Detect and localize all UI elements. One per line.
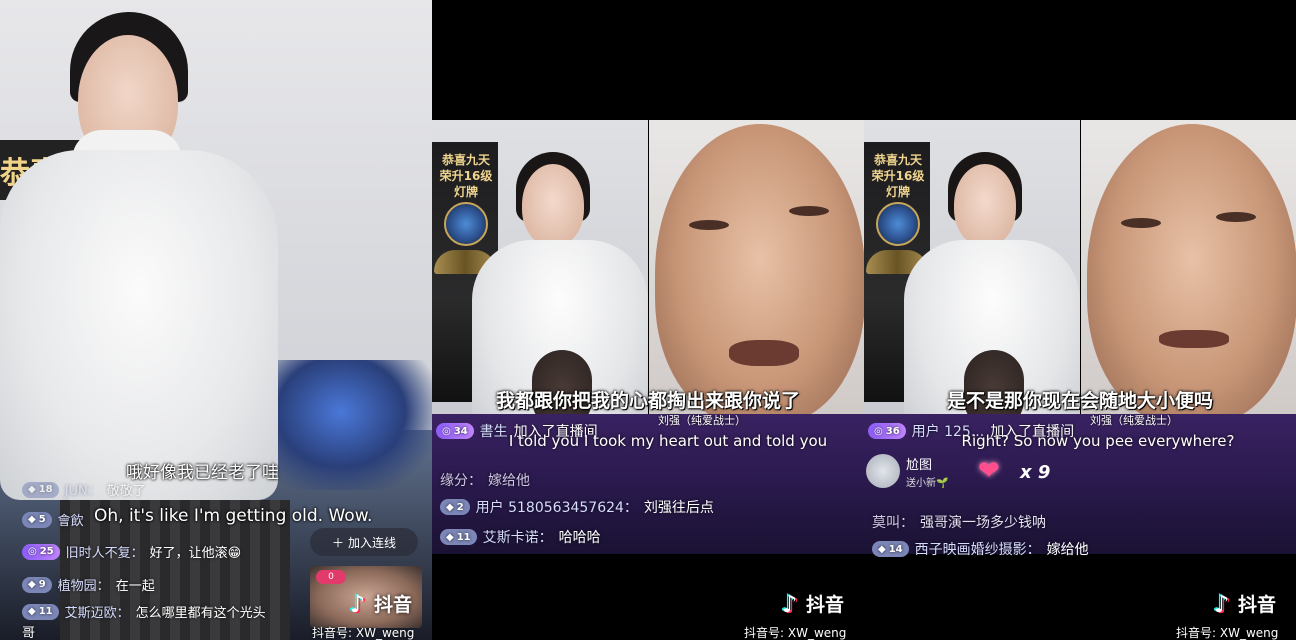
chat-text: 好了，让他滚😁 xyxy=(149,546,242,561)
gift-count: x 9 xyxy=(1020,462,1051,483)
viewer-count-badge: 0 xyxy=(316,570,346,584)
streamer-figure xyxy=(0,0,290,640)
chat-username: 會飲 xyxy=(57,514,84,529)
level-badge: ◆ 11 xyxy=(22,603,59,620)
host-camera: 恭喜九天 荣升16级灯牌 xyxy=(432,120,648,430)
chat-text: 在一起 xyxy=(115,579,155,594)
chat-username: 莫叫： xyxy=(872,515,914,531)
gift-sender-name: 尬图 xyxy=(906,458,933,473)
chat-username: 西子映画婚纱摄影： xyxy=(914,542,1041,558)
gift-sender-avatar xyxy=(866,454,900,488)
guest-head xyxy=(1087,124,1296,424)
douyin-account-id: 抖音号: XW_weng xyxy=(744,626,847,640)
chat-message: ◆ 2 用户 5180563457624： 刘强往后点 xyxy=(440,497,714,517)
level-badge: ◆ 11 xyxy=(440,529,477,545)
host-face xyxy=(954,164,1016,246)
guest-mouth xyxy=(729,340,799,366)
douyin-watermark: ♪ 抖音 xyxy=(1212,590,1276,617)
chat-message: ◆ 9 植物园： 在一起 xyxy=(22,575,155,594)
level-badge: ◆ 2 xyxy=(440,499,470,515)
white-puffer-jacket xyxy=(0,150,278,500)
chat-username: 用户 5180563457624： xyxy=(475,500,638,516)
guest-eye xyxy=(789,206,829,216)
host-camera: 恭喜九天 荣升16级灯牌 xyxy=(864,120,1080,430)
live-stream-panel-1: 恭喜九 哦好像我已经老了哇 ◆ 18 JUN： 敬敬了 ◆ 5 會飲 Oh, i… xyxy=(0,0,432,640)
live-stream-panel-2: 恭喜九天 荣升16级灯牌 我都跟你把我的心都掏出来跟你说了 刘强（纯爱战士） ◎… xyxy=(432,0,864,640)
subtitle-cn: 哦好像我已经老了哇 xyxy=(126,463,279,483)
douyin-watermark: ♪ 抖音 xyxy=(780,590,844,617)
chat-message-continued: 哥 xyxy=(22,622,35,640)
douyin-account-id: 抖音号: XW_weng xyxy=(312,626,415,640)
chat-username: 艾斯卡诺： xyxy=(482,530,553,546)
chat-text: 哥 xyxy=(22,626,36,640)
douyin-logo-text: 抖音 xyxy=(374,594,413,616)
guest-eye xyxy=(689,220,729,230)
guest-head xyxy=(655,124,864,424)
chat-username: 植物园： xyxy=(57,579,110,594)
level-badge: ◆ 14 xyxy=(872,541,909,557)
guest-figure xyxy=(649,120,864,430)
douyin-logo-icon: ♪ xyxy=(350,589,366,618)
guest-name-label: 刘强（纯爱战士） xyxy=(1090,414,1178,427)
chat-text: 哈哈哈 xyxy=(558,530,601,546)
level-badge: ◆ 5 xyxy=(22,511,52,528)
guest-eye xyxy=(1216,212,1256,222)
chat-text: 敬敬了 xyxy=(106,484,146,499)
chat-message: ◆ 11 艾斯卡诺： 哈哈哈 xyxy=(440,527,601,547)
chat-text: 刘强往后点 xyxy=(643,500,714,516)
level-badge: ◆ 9 xyxy=(22,576,52,593)
guest-eye xyxy=(1121,218,1161,228)
chat-text: 嫁给他 xyxy=(1046,542,1089,558)
douyin-logo-icon: ♪ xyxy=(1214,589,1230,618)
chat-message: 缘分： 嫁给他 xyxy=(440,470,530,490)
chat-text: 强哥演一场多少钱呐 xyxy=(920,515,1046,531)
chat-username: 旧时人不复： xyxy=(65,546,144,561)
chat-text: 怎么哪里都有这个光头 xyxy=(135,606,266,621)
level-badge: ◆ 18 xyxy=(22,481,59,498)
subtitle-cn: 我都跟你把我的心都掏出来跟你说了 xyxy=(495,390,800,412)
douyin-logo-text: 抖音 xyxy=(1238,594,1277,616)
douyin-account-id: 抖音号: XW_weng xyxy=(1176,626,1279,640)
gift-notification: 尬图 送小新🌱 ❤ x 9 xyxy=(864,450,1296,494)
guest-figure xyxy=(1081,120,1296,430)
guest-camera xyxy=(1081,120,1296,430)
douyin-watermark: ♪ 抖音 xyxy=(348,590,412,617)
chat-username: 缘分： xyxy=(440,473,482,489)
subtitle-en: Oh, it's like I'm getting old. Wow. xyxy=(94,506,373,526)
live-stream-panel-3: 恭喜九天 荣升16级灯牌 是不是那你现在会随地大小便吗 刘强（纯爱战士） ◎ 3… xyxy=(864,0,1296,640)
subtitle-en: Right? So now you pee everywhere? xyxy=(961,432,1235,450)
host-face xyxy=(522,164,584,246)
guest-name-label: 刘强（纯爱战士） xyxy=(658,414,746,427)
chat-username: JUN： xyxy=(64,484,101,499)
guest-mouth xyxy=(1159,330,1229,348)
join-connection-button[interactable]: ＋ 加入连线 xyxy=(310,528,418,556)
plus-icon: ＋ xyxy=(331,535,344,550)
guest-camera xyxy=(649,120,864,430)
chat-message: ◆ 14 西子映画婚纱摄影： 嫁给他 xyxy=(872,539,1089,559)
chat-message: ◆ 5 會飲 xyxy=(22,510,84,529)
subtitle-en: I told you I took my heart out and told … xyxy=(508,432,828,450)
level-badge: ◎ 25 xyxy=(22,543,60,560)
chat-message: ◆ 11 艾斯迈欧： 怎么哪里都有这个光头 xyxy=(22,602,266,621)
join-button-label: 加入连线 xyxy=(348,535,397,550)
subtitle-cn: 是不是那你现在会随地大小便吗 xyxy=(946,390,1213,412)
douyin-logo-icon: ♪ xyxy=(782,589,798,618)
chat-username: 艾斯迈欧： xyxy=(64,606,130,621)
chat-message: ◆ 18 JUN： 敬敬了 xyxy=(22,480,146,499)
chat-text: 嫁给他 xyxy=(488,473,530,489)
douyin-logo-text: 抖音 xyxy=(806,594,845,616)
gift-description: 送小新🌱 xyxy=(906,478,949,489)
chat-message: ◎ 25 旧时人不复： 好了，让他滚😁 xyxy=(22,542,241,561)
heart-gift-icon: ❤ xyxy=(978,456,1000,486)
chat-message: 莫叫： 强哥演一场多少钱呐 xyxy=(872,512,1046,532)
